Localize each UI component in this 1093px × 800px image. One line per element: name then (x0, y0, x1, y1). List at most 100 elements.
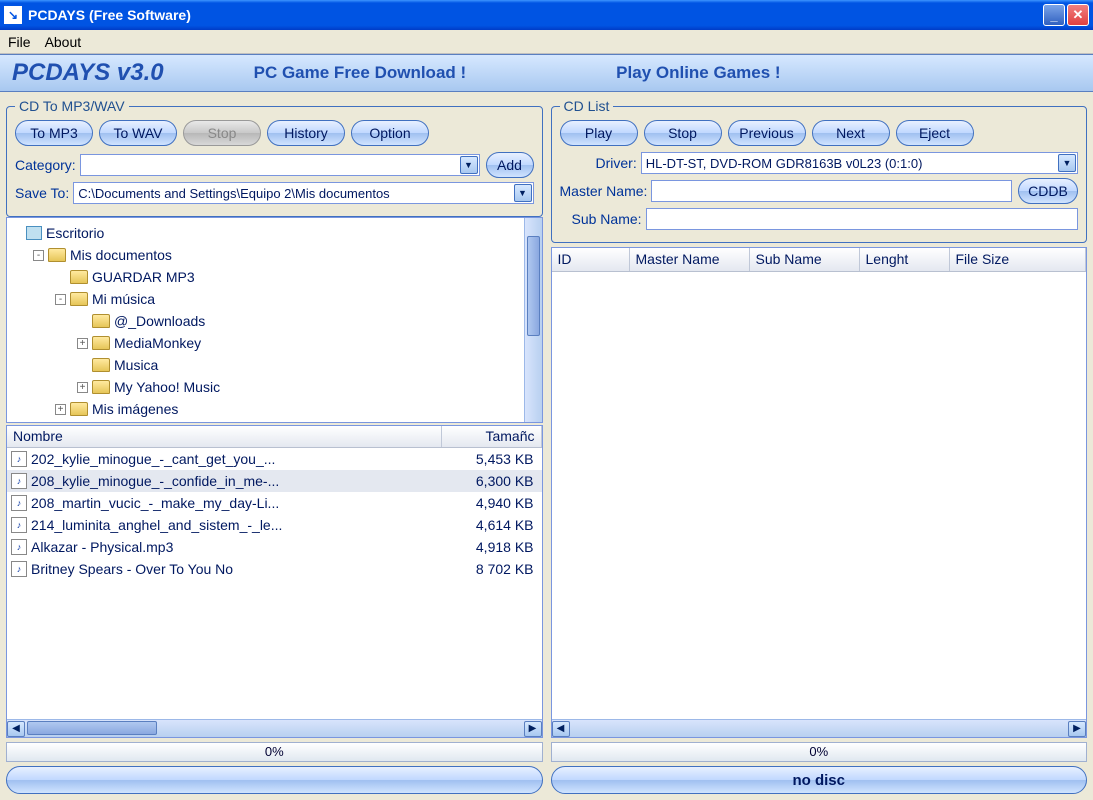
master-name-label: Master Name: (560, 183, 648, 199)
col-id[interactable]: ID (552, 248, 630, 271)
scroll-thumb[interactable] (27, 721, 157, 735)
cddb-button[interactable]: CDDB (1018, 178, 1078, 204)
banner-title: PCDAYS v3.0 (12, 59, 164, 87)
scroll-left-icon[interactable]: ◀ (7, 721, 25, 737)
file-size: 4,614 KB (442, 517, 542, 533)
file-name: Alkazar - Physical.mp3 (31, 539, 442, 555)
tree-label: Escritorio (46, 225, 104, 241)
folder-icon (92, 314, 110, 328)
folder-icon (70, 292, 88, 306)
expander-icon[interactable]: - (33, 250, 44, 261)
folder-icon (70, 402, 88, 416)
to-wav-button[interactable]: To WAV (99, 120, 177, 146)
cd-horizontal-scrollbar[interactable]: ◀ ▶ (552, 719, 1087, 737)
add-button[interactable]: Add (486, 152, 534, 178)
horizontal-scrollbar[interactable]: ◀ ▶ (7, 719, 542, 737)
menu-about[interactable]: About (45, 34, 82, 50)
minimize-button[interactable]: _ (1043, 4, 1065, 26)
audio-file-icon: ♪ (11, 561, 27, 577)
audio-file-icon: ♪ (11, 451, 27, 467)
file-row[interactable]: ♪Britney Spears - Over To You No8 702 KB (7, 558, 542, 580)
stop-cd-button[interactable]: Stop (644, 120, 722, 146)
folder-icon (92, 336, 110, 350)
tree-item[interactable]: @_Downloads (7, 310, 542, 332)
close-button[interactable]: ✕ (1067, 4, 1089, 26)
col-filesize[interactable]: File Size (950, 248, 1087, 271)
file-name: 208_martin_vucic_-_make_my_day-Li... (31, 495, 442, 511)
file-row[interactable]: ♪208_martin_vucic_-_make_my_day-Li...4,9… (7, 492, 542, 514)
banner-link-download[interactable]: PC Game Free Download ! (254, 63, 467, 83)
tree-item[interactable]: - Mis documentos (7, 244, 542, 266)
col-sub[interactable]: Sub Name (750, 248, 860, 271)
chevron-down-icon[interactable]: ▼ (514, 184, 532, 202)
scroll-left-icon[interactable]: ◀ (552, 721, 570, 737)
history-button[interactable]: History (267, 120, 345, 146)
col-size[interactable]: Tamañc (442, 426, 542, 447)
window-title: PCDAYS (Free Software) (28, 7, 1043, 23)
master-name-input[interactable] (651, 180, 1012, 202)
menu-file[interactable]: File (8, 34, 31, 50)
file-row[interactable]: ♪Alkazar - Physical.mp34,918 KB (7, 536, 542, 558)
to-mp3-button[interactable]: To MP3 (15, 120, 93, 146)
file-row[interactable]: ♪214_luminita_anghel_and_sistem_-_le...4… (7, 514, 542, 536)
driver-label: Driver: (596, 155, 637, 171)
previous-button[interactable]: Previous (728, 120, 806, 146)
scroll-right-icon[interactable]: ▶ (1068, 721, 1086, 737)
file-row[interactable]: ♪208_kylie_minogue_-_confide_in_me-...6,… (7, 470, 542, 492)
cd-to-mp3-legend: CD To MP3/WAV (15, 98, 129, 114)
tree-item[interactable]: Escritorio (7, 222, 542, 244)
tree-item[interactable]: +MediaMonkey (7, 332, 542, 354)
expander-icon[interactable]: + (55, 404, 66, 415)
tree-label: @_Downloads (114, 313, 205, 329)
chevron-down-icon[interactable]: ▼ (460, 156, 478, 174)
expander-icon[interactable]: - (55, 294, 66, 305)
titlebar: ↘ PCDAYS (Free Software) _ ✕ (0, 0, 1093, 30)
category-combo[interactable]: ▼ (80, 154, 480, 176)
tree-item[interactable]: + My Yahoo! Music (7, 376, 542, 398)
folder-tree[interactable]: Escritorio-Mis documentosGUARDAR MP3-Mi … (6, 217, 543, 423)
folder-icon (70, 270, 88, 284)
audio-file-icon: ♪ (11, 495, 27, 511)
vertical-scrollbar[interactable] (524, 218, 542, 422)
audio-file-icon: ♪ (11, 473, 27, 489)
file-list[interactable]: Nombre Tamañc ♪202_kylie_minogue_-_cant_… (6, 425, 543, 738)
file-name: Britney Spears - Over To You No (31, 561, 442, 577)
sub-name-label: Sub Name: (572, 211, 642, 227)
banner-link-online[interactable]: Play Online Games ! (616, 63, 780, 83)
file-row[interactable]: ♪202_kylie_minogue_-_cant_get_you_...5,4… (7, 448, 542, 470)
saveto-combo[interactable]: C:\Documents and Settings\Equipo 2\Mis d… (73, 182, 533, 204)
tree-label: My Yahoo! Music (114, 379, 220, 395)
cd-track-table[interactable]: ID Master Name Sub Name Lenght File Size… (551, 247, 1088, 738)
tree-item[interactable]: -Mi música (7, 288, 542, 310)
col-length[interactable]: Lenght (860, 248, 950, 271)
stop-button[interactable]: Stop (183, 120, 261, 146)
tree-item[interactable]: Musica (7, 354, 542, 376)
category-label: Category: (15, 157, 76, 173)
expander-icon[interactable]: + (77, 338, 88, 349)
option-button[interactable]: Option (351, 120, 429, 146)
chevron-down-icon[interactable]: ▼ (1058, 154, 1076, 172)
audio-file-icon: ♪ (11, 517, 27, 533)
tree-label: Mis documentos (70, 247, 172, 263)
sub-name-input[interactable] (646, 208, 1078, 230)
cd-list-legend: CD List (560, 98, 614, 114)
play-button[interactable]: Play (560, 120, 638, 146)
expander-icon[interactable]: + (77, 382, 88, 393)
col-master[interactable]: Master Name (630, 248, 750, 271)
col-name[interactable]: Nombre (7, 426, 442, 447)
next-button[interactable]: Next (812, 120, 890, 146)
file-size: 8 702 KB (442, 561, 542, 577)
folder-icon (48, 248, 66, 262)
file-name: 208_kylie_minogue_-_confide_in_me-... (31, 473, 442, 489)
scroll-thumb[interactable] (527, 236, 540, 336)
app-icon: ↘ (4, 6, 22, 24)
file-size: 4,918 KB (442, 539, 542, 555)
scroll-right-icon[interactable]: ▶ (524, 721, 542, 737)
driver-combo[interactable]: HL-DT-ST, DVD-ROM GDR8163B v0L23 (0:1:0)… (641, 152, 1078, 174)
eject-button[interactable]: Eject (896, 120, 974, 146)
cd-table-body (552, 272, 1087, 719)
tree-label: GUARDAR MP3 (92, 269, 195, 285)
tree-item[interactable]: GUARDAR MP3 (7, 266, 542, 288)
tree-item[interactable]: +Mis imágenes (7, 398, 542, 420)
right-status: no disc (551, 766, 1088, 794)
